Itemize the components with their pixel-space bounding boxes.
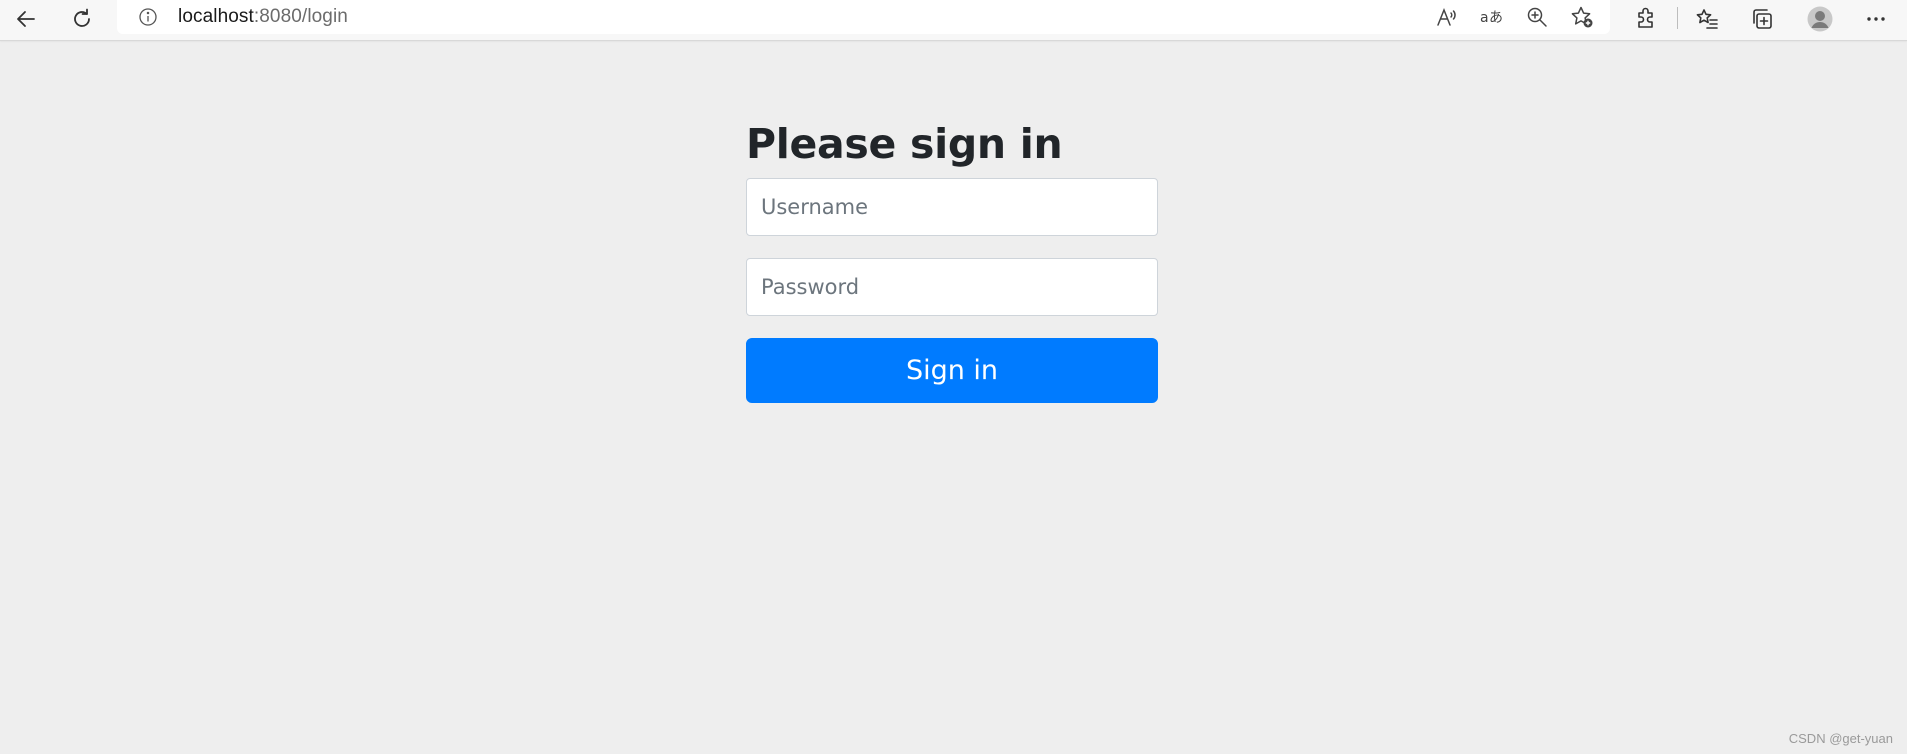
address-bar[interactable]: localhost:8080/login a あ: [117, 0, 1610, 34]
watermark: CSDN @get-yuan: [1788, 731, 1893, 746]
zoom-icon[interactable]: [1520, 0, 1554, 34]
login-form: Please sign in Sign in: [746, 110, 1158, 403]
toolbar-divider: [1677, 7, 1678, 29]
profile-icon[interactable]: [1803, 2, 1837, 36]
collections-icon[interactable]: [1745, 2, 1779, 36]
more-icon[interactable]: [1859, 2, 1893, 36]
favorites-icon[interactable]: [1690, 2, 1724, 36]
page-title: Please sign in: [746, 120, 1063, 168]
username-input[interactable]: [746, 178, 1158, 236]
svg-text:あ: あ: [1489, 10, 1503, 26]
read-aloud-icon[interactable]: [1430, 0, 1464, 34]
url-host: localhost: [178, 6, 254, 27]
extensions-icon[interactable]: [1629, 2, 1663, 36]
svg-text:a: a: [1480, 10, 1489, 26]
translate-icon[interactable]: a あ: [1475, 0, 1509, 34]
browser-toolbar: localhost:8080/login a あ: [0, 0, 1907, 41]
password-input[interactable]: [746, 258, 1158, 316]
refresh-icon[interactable]: [65, 2, 99, 36]
url-path: :8080/login: [253, 6, 348, 27]
info-icon[interactable]: [131, 0, 165, 34]
url-text[interactable]: localhost:8080/login: [178, 6, 348, 28]
back-arrow-icon[interactable]: [9, 2, 43, 36]
sign-in-button[interactable]: Sign in: [746, 338, 1158, 403]
add-favorite-icon[interactable]: [1565, 0, 1599, 34]
